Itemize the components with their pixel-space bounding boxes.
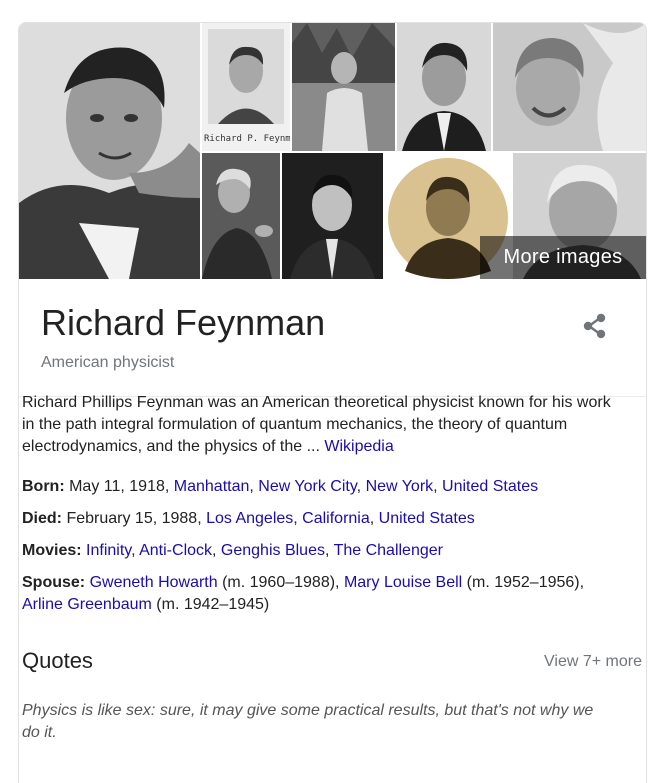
title-block: Richard Feynman American physicist [19, 279, 646, 397]
photo-young-suit[interactable] [282, 153, 383, 279]
link-los-angeles[interactable]: Los Angeles [206, 510, 293, 527]
photo-laughing[interactable] [493, 23, 646, 151]
more-images-button[interactable]: More images [480, 236, 646, 279]
description-text: Richard Phillips Feynman was an American… [22, 394, 611, 455]
share-icon[interactable] [580, 311, 610, 341]
fact-died: Died: February 15, 1988, Los Angeles, Ca… [22, 510, 475, 527]
fact-label: Born: [22, 478, 65, 495]
entity-subtitle: American physicist [41, 354, 175, 371]
photo-gesturing[interactable] [202, 153, 280, 279]
fact-born: Born: May 11, 1918, Manhattan, New York … [22, 478, 539, 495]
link-united-states[interactable]: United States [379, 510, 475, 527]
fact-label: Spouse: [22, 574, 86, 591]
link-california[interactable]: California [302, 510, 370, 527]
photo-portrait-main[interactable] [19, 23, 200, 279]
fact-label: Movies: [22, 542, 82, 559]
link-anti-clock[interactable]: Anti-Clock [139, 542, 212, 559]
quotes-heading: Quotes [22, 648, 93, 673]
link-new-york[interactable]: New York [366, 478, 434, 495]
link-genghis-blues[interactable]: Genghis Blues [221, 542, 325, 559]
fact-value: February 15, 1988, [62, 510, 207, 527]
link-gweneth-howarth[interactable]: Gweneth Howarth [90, 574, 218, 591]
facts-list: Born: May 11, 1918, Manhattan, New York … [22, 476, 612, 626]
entity-description: Richard Phillips Feynman was an American… [22, 392, 612, 458]
fact-label: Died: [22, 510, 62, 527]
link-manhattan[interactable]: Manhattan [174, 478, 250, 495]
spouse-years: (m. 1942–1945) [151, 596, 270, 613]
entity-title: Richard Feynman [41, 302, 326, 343]
quote-text: Physics is like sex: sure, it may give s… [22, 702, 594, 741]
link-new-york-city[interactable]: New York City [258, 478, 356, 495]
spouse-years: (m. 1952–1956), [462, 574, 585, 591]
fact-movies: Movies: Infinity, Anti-Clock, Genghis Bl… [22, 542, 443, 559]
link-arline-greenbaum[interactable]: Arline Greenbaum [22, 596, 152, 613]
link-mary-louise-bell[interactable]: Mary Louise Bell [344, 574, 462, 591]
wikipedia-link[interactable]: Wikipedia [324, 438, 393, 455]
link-the-challenger[interactable]: The Challenger [334, 542, 443, 559]
link-infinity[interactable]: Infinity [86, 542, 131, 559]
photo-caption: Richard P. Feynm [204, 134, 290, 144]
image-gallery: Richard P. Feynm More images [19, 23, 646, 279]
fact-spouse: Spouse: Gweneth Howarth (m. 1960–1988), … [22, 572, 612, 616]
photo-suit[interactable] [397, 23, 491, 151]
link-united-states[interactable]: United States [442, 478, 538, 495]
photo-id-card[interactable]: Richard P. Feynm [202, 23, 290, 151]
view-more-quotes-link[interactable]: View 7+ more [544, 653, 642, 671]
spouse-years: (m. 1960–1988), [217, 574, 344, 591]
photo-outdoor[interactable] [292, 23, 395, 151]
fact-value: May 11, 1918, [64, 478, 174, 495]
